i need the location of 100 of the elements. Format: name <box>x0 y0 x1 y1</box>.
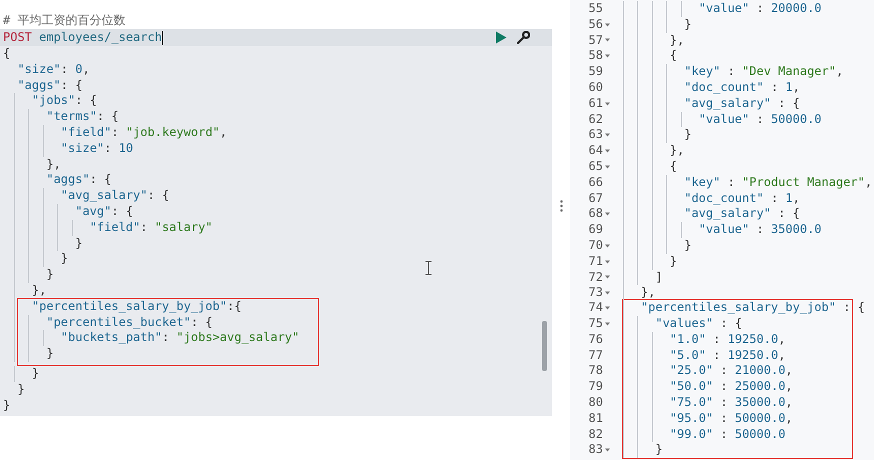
code-line: ] <box>655 270 663 286</box>
code-line: }, <box>670 32 684 48</box>
code-line: "values" : { <box>655 316 742 332</box>
line-number: 67 <box>588 190 603 206</box>
code-line: "avg_salary" : { <box>684 206 800 222</box>
code-line: "avg_salary": { <box>60 188 170 204</box>
code-line: }, <box>46 156 61 172</box>
line-number: 69 <box>588 222 603 238</box>
code-line: { <box>670 158 678 175</box>
fold-icon[interactable] <box>605 291 610 296</box>
line-number: 74 <box>588 300 603 316</box>
code-line: "50.0" : 25000.0, <box>670 379 793 395</box>
fold-icon[interactable] <box>605 322 610 326</box>
line-number: 63 <box>588 127 603 144</box>
code-line: } <box>684 238 692 254</box>
line-number: 61 <box>588 96 603 112</box>
code-line: "percentiles_bucket": { <box>46 314 213 330</box>
code-line: "5.0" : 19250.0, <box>670 348 786 364</box>
code-line: "doc_count" : 1, <box>684 190 800 206</box>
line-number: 82 <box>588 426 603 442</box>
code-line: "95.0" : 50000.0, <box>670 410 793 427</box>
line-number: 62 <box>588 112 603 128</box>
fold-icon[interactable] <box>605 260 610 264</box>
line-number: 70 <box>588 238 603 254</box>
line-number: 81 <box>588 410 603 427</box>
code-line: "aggs": { <box>17 78 82 94</box>
scrollbar-thumb[interactable] <box>542 321 547 371</box>
line-number: 80 <box>588 394 603 411</box>
text-cursor <box>162 30 164 44</box>
line-number: 59 <box>588 64 603 80</box>
code-line: } <box>670 254 678 270</box>
code-line: "percentiles_salary_by_job":{ <box>32 298 242 315</box>
code-line: "1.0" : 19250.0, <box>670 332 786 348</box>
line-number: 77 <box>588 348 603 364</box>
fold-icon[interactable] <box>605 38 610 42</box>
code-line: }, <box>32 282 46 299</box>
code-line: } <box>32 366 40 382</box>
code-line: "75.0" : 35000.0, <box>670 394 793 411</box>
code-line: } <box>60 251 68 268</box>
code-line: { <box>670 48 678 64</box>
fold-icon[interactable] <box>605 102 610 106</box>
line-number: 55 <box>588 1 603 17</box>
code-line: "terms": { <box>46 109 119 125</box>
code-line: "value" : 35000.0 <box>698 222 822 238</box>
code-line: "avg": { <box>75 204 134 220</box>
line-number: 58 <box>588 48 603 64</box>
code-line: "percentiles_salary_by_job" : { <box>640 300 865 316</box>
code-line: "99.0" : 50000.0 <box>670 426 786 442</box>
ibeam-cursor-icon <box>425 261 432 275</box>
fold-icon[interactable] <box>605 149 610 154</box>
fold-icon[interactable] <box>605 212 610 216</box>
code-line: "doc_count" : 1, <box>684 80 800 96</box>
line-number: 75 <box>588 316 603 332</box>
fold-icon[interactable] <box>605 448 610 452</box>
code-line: "value" : 50000.0 <box>698 112 822 128</box>
code-line: { <box>3 46 10 62</box>
code-line: } <box>46 346 54 362</box>
code-line: "buckets_path": "jobs>avg_salary" <box>60 330 300 346</box>
code-line: "key" : "Product Manager", <box>684 174 872 191</box>
line-number: 57 <box>588 32 603 48</box>
fold-icon[interactable] <box>605 164 610 169</box>
line-number: 72 <box>588 270 603 286</box>
line-number: 66 <box>588 174 603 191</box>
fold-icon[interactable] <box>605 275 610 280</box>
play-icon[interactable] <box>495 31 507 44</box>
fold-icon[interactable] <box>605 54 610 58</box>
code-line: "key" : "Dev Manager", <box>684 64 844 80</box>
code-comment: # 平均工资的百分位数 <box>3 13 126 27</box>
line-number: 79 <box>588 379 603 395</box>
code-line: }, <box>640 285 656 302</box>
line-number: 68 <box>588 206 603 222</box>
drag-handle-icon[interactable] <box>560 200 562 212</box>
line-number: 76 <box>588 332 603 348</box>
code-line: "value" : 20000.0 <box>698 1 822 17</box>
line-number: 56 <box>588 16 603 33</box>
code-line: "avg_salary" : { <box>684 96 800 112</box>
code-line: } <box>684 16 692 33</box>
line-number: 73 <box>588 285 603 302</box>
line-number: 64 <box>588 143 603 159</box>
code-line: "size": 10 <box>60 140 134 157</box>
code-line: } <box>684 127 692 144</box>
code-line: "25.0" : 21000.0, <box>670 363 793 380</box>
fold-icon[interactable] <box>605 22 610 27</box>
code-line: } <box>46 267 54 283</box>
code-line: } <box>75 236 82 252</box>
code-line: "size": 0, <box>17 62 90 78</box>
fold-icon[interactable] <box>605 133 610 138</box>
line-number: 65 <box>588 158 603 175</box>
code-line: "field": "job.keyword", <box>60 124 227 141</box>
line-number: 78 <box>588 363 603 380</box>
code-line: "field": "salary" <box>90 220 213 236</box>
line-number: 83 <box>588 442 603 458</box>
code-line: } <box>3 398 10 414</box>
code-line: "aggs": { <box>46 172 112 188</box>
line-number: 60 <box>588 80 603 96</box>
fold-icon[interactable] <box>605 244 610 248</box>
code-line: }, <box>670 143 684 159</box>
line-number: 71 <box>588 254 603 270</box>
code-line: "jobs": { <box>32 93 97 110</box>
fold-icon[interactable] <box>605 306 610 310</box>
